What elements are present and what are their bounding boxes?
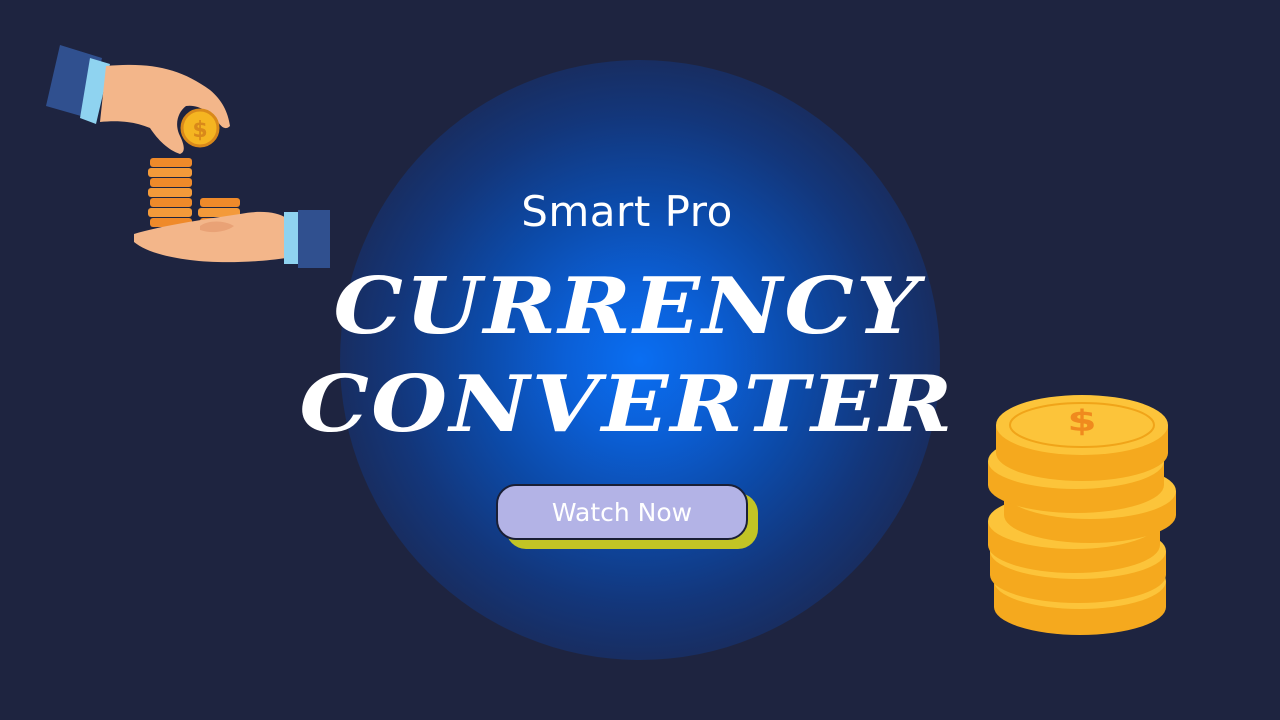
coin-symbol: $ <box>192 118 207 143</box>
watch-now-button[interactable]: Watch Now <box>496 484 748 540</box>
thumbnail-canvas: $ $ Smart Pro CURRENCY CONVERTER Watch N… <box>0 0 1280 720</box>
subtitle: Smart Pro <box>521 187 733 236</box>
hands-with-coins-illustration: $ <box>46 45 330 268</box>
headline-line-1: CURRENCY <box>333 261 921 352</box>
headline-line-2: CONVERTER <box>299 359 955 450</box>
dollar-coin-icon: $ <box>180 108 220 148</box>
